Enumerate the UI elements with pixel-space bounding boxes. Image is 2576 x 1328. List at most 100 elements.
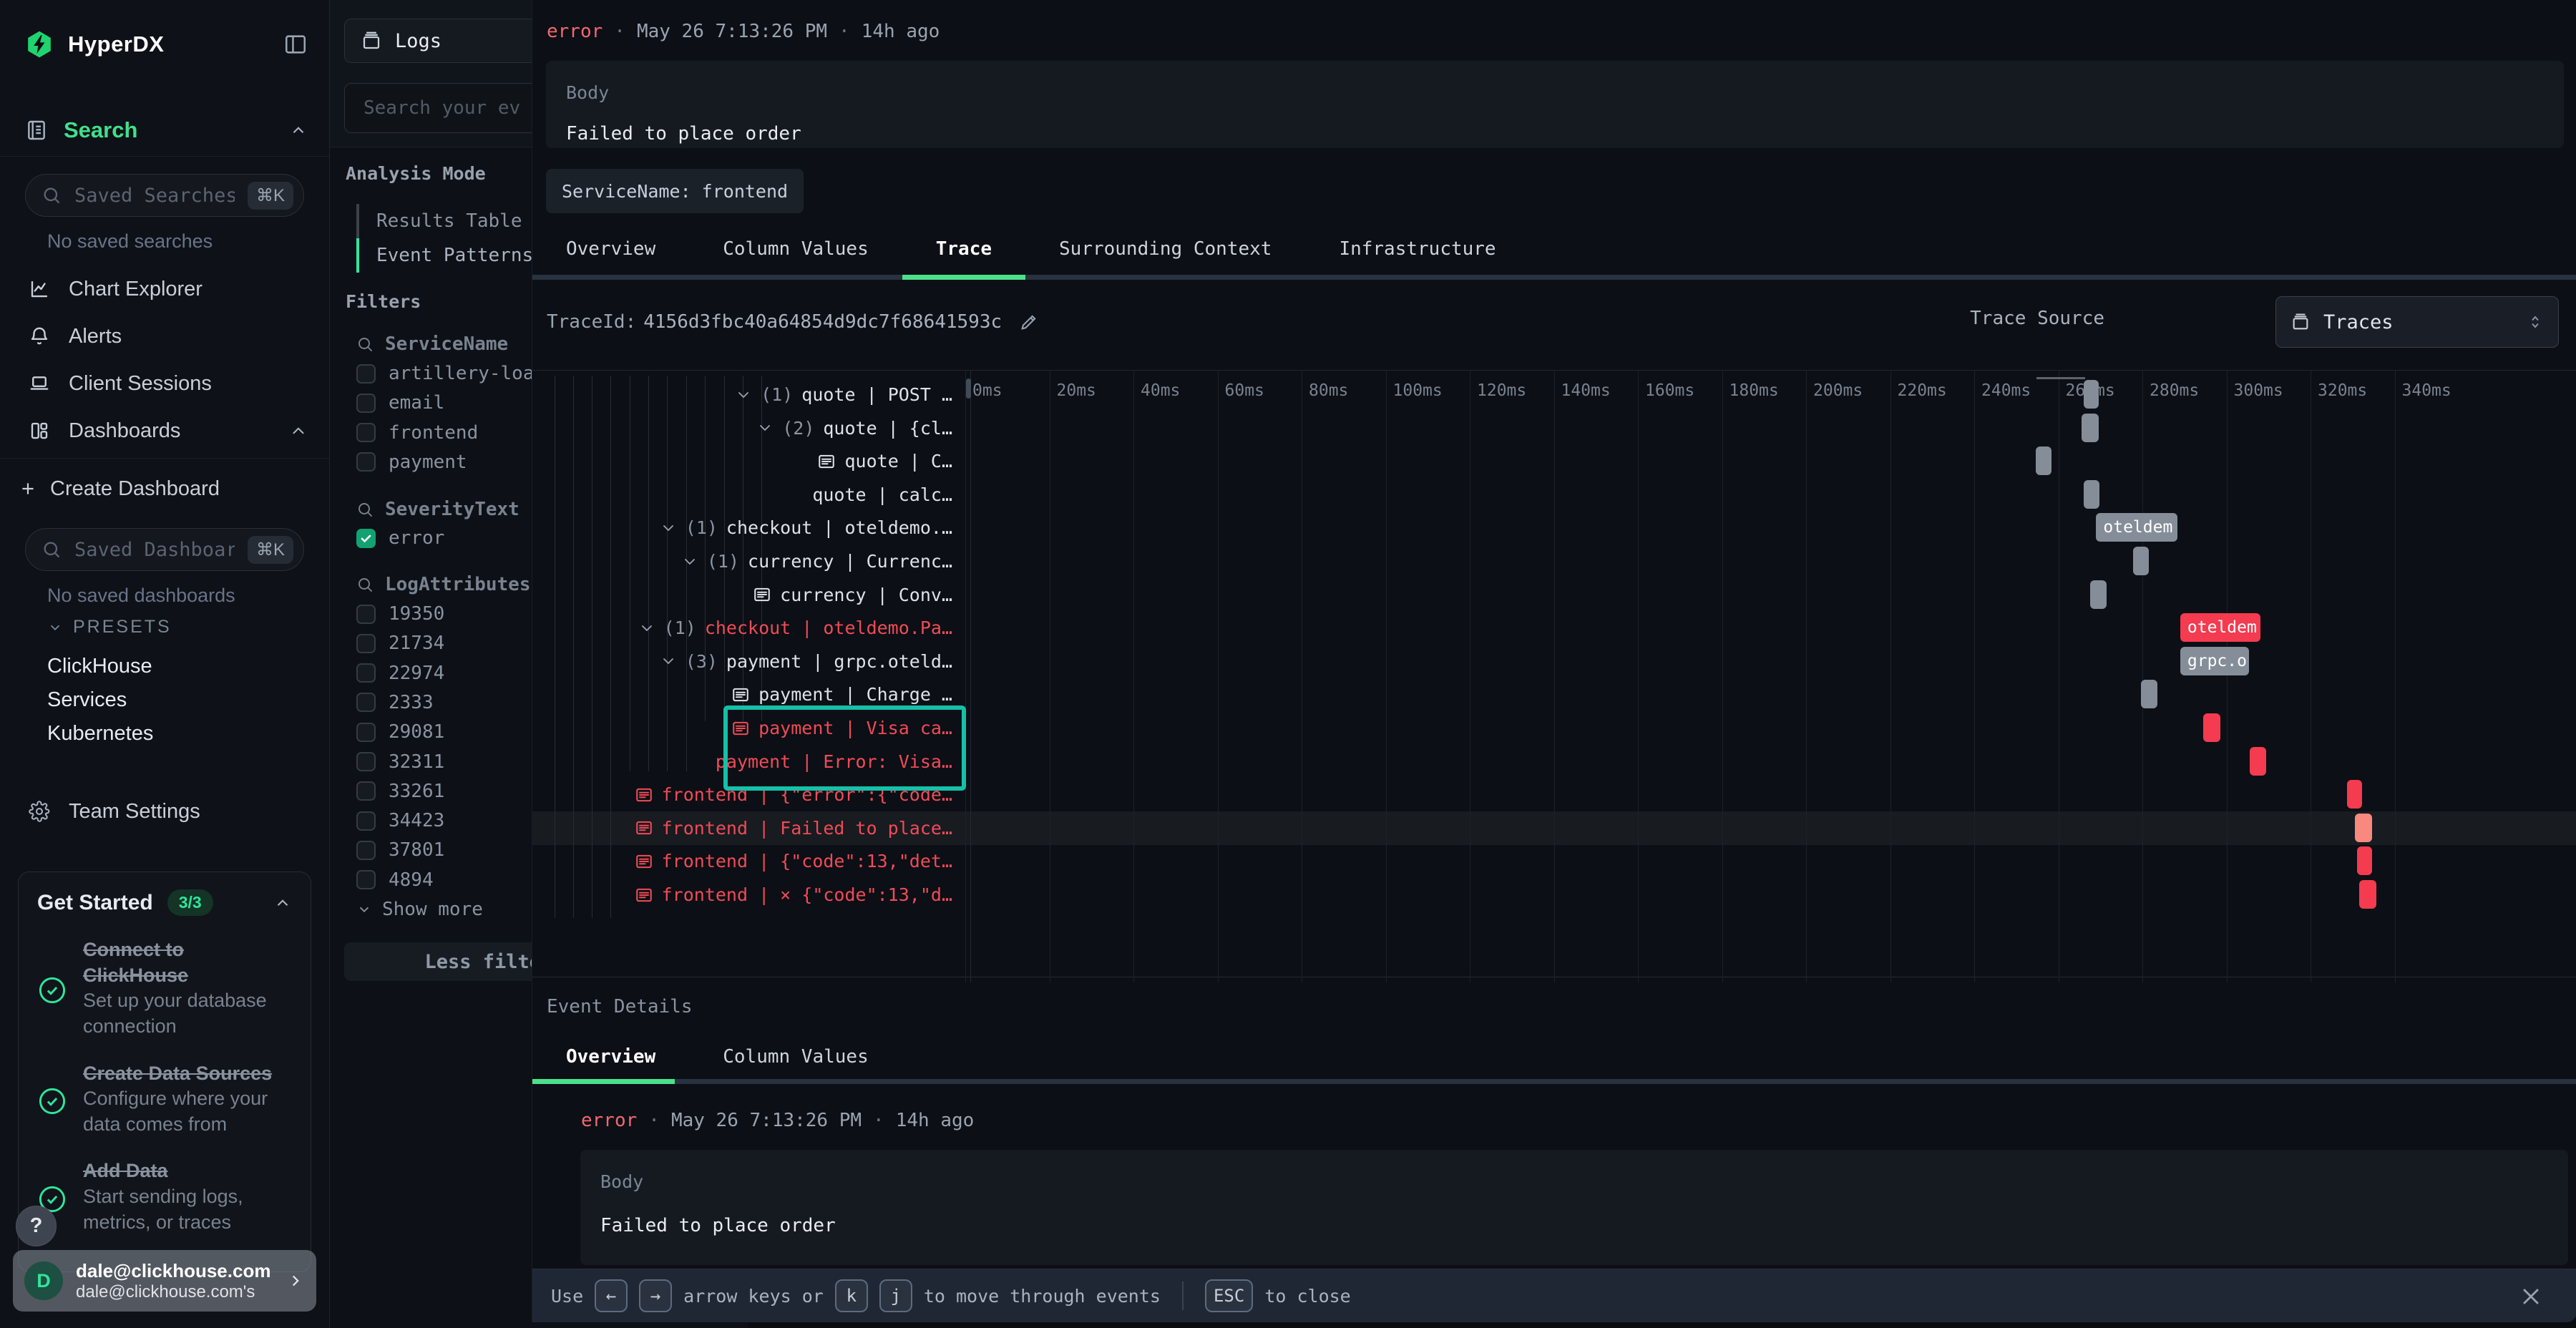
preset-item-services[interactable]: Services bbox=[0, 683, 329, 717]
user-menu[interactable]: D dale@clickhouse.com dale@clickhouse.co… bbox=[13, 1250, 316, 1312]
checkbox[interactable] bbox=[356, 723, 376, 742]
checkbox[interactable] bbox=[356, 605, 376, 624]
checkbox[interactable] bbox=[356, 752, 376, 771]
span-duration-bar[interactable] bbox=[2141, 680, 2157, 708]
filter-option-33261[interactable]: 33261 bbox=[356, 776, 444, 807]
filter-option-19350[interactable]: 19350 bbox=[356, 598, 444, 630]
span-duration-bar[interactable] bbox=[2036, 446, 2051, 475]
chevron-up-icon[interactable] bbox=[273, 894, 292, 912]
checkbox[interactable] bbox=[356, 870, 376, 889]
presets-toggle[interactable]: PRESETS bbox=[47, 617, 172, 638]
span-tree-row[interactable]: (1)currency | Currenc… bbox=[532, 545, 970, 578]
filter-option-email[interactable]: email bbox=[356, 387, 444, 419]
checkbox[interactable] bbox=[356, 529, 376, 548]
preset-item-kubernetes[interactable]: Kubernetes bbox=[0, 717, 329, 751]
checkbox[interactable] bbox=[356, 394, 376, 413]
checkbox[interactable] bbox=[356, 781, 376, 801]
tab-trace[interactable]: Trace bbox=[902, 238, 1025, 260]
chevron-up-icon[interactable] bbox=[289, 121, 308, 140]
checkbox[interactable] bbox=[356, 452, 376, 472]
analysis-mode-results-table[interactable]: Results Table bbox=[356, 204, 522, 238]
filter-option-37801[interactable]: 37801 bbox=[356, 834, 444, 866]
span-tree-row[interactable]: frontend | Failed to place… bbox=[532, 811, 970, 845]
span-tree-row[interactable]: frontend | {"code":13,"det… bbox=[532, 844, 970, 878]
span-duration-bar[interactable] bbox=[2250, 747, 2265, 776]
checkbox[interactable] bbox=[356, 423, 376, 442]
saved-dashboards-field[interactable] bbox=[73, 538, 236, 562]
checkbox[interactable] bbox=[356, 364, 376, 384]
body-label: Body bbox=[566, 82, 2544, 103]
tab-infrastructure[interactable]: Infrastructure bbox=[1305, 238, 1529, 260]
filter-option-32311[interactable]: 32311 bbox=[356, 746, 444, 778]
saved-searches-input[interactable]: ⌘K bbox=[25, 174, 304, 217]
selected-span-box bbox=[723, 706, 966, 791]
pencil-icon[interactable] bbox=[1019, 312, 1039, 332]
span-duration-bar[interactable] bbox=[2084, 380, 2099, 409]
create-dashboard-button[interactable]: Create Dashboard bbox=[19, 471, 220, 507]
span-tree-row[interactable]: (3)payment | grpc.oteld… bbox=[532, 645, 970, 678]
span-tree-row[interactable]: currency | Conv… bbox=[532, 578, 970, 612]
sidebar-item-client-sessions[interactable]: Client Sessions bbox=[0, 360, 329, 407]
get-started-item[interactable]: Connect to ClickHouse Set up your databa… bbox=[37, 937, 292, 1040]
sidebar-item-alerts[interactable]: Alerts bbox=[0, 313, 329, 360]
get-started-item[interactable]: Add Data Start sending logs, metrics, or… bbox=[37, 1158, 292, 1235]
checkbox[interactable] bbox=[356, 693, 376, 712]
span-duration-bar[interactable] bbox=[2359, 880, 2376, 909]
search-section-header[interactable]: Search bbox=[25, 113, 308, 147]
tab-overview[interactable]: Overview bbox=[532, 238, 689, 260]
span-duration-bar[interactable] bbox=[2203, 713, 2220, 742]
saved-dashboards-input[interactable]: ⌘K bbox=[25, 528, 304, 571]
tab-surrounding-context[interactable]: Surrounding Context bbox=[1025, 238, 1305, 260]
filter-option-21734[interactable]: 21734 bbox=[356, 628, 444, 659]
span-duration-bar[interactable] bbox=[2084, 480, 2099, 509]
sidebar-item-dashboards[interactable]: Dashboards bbox=[0, 407, 329, 454]
filter-option-22974[interactable]: 22974 bbox=[356, 658, 444, 689]
team-settings-button[interactable]: Team Settings bbox=[0, 788, 329, 835]
span-tree-row[interactable]: frontend | × {"code":13,"d… bbox=[532, 878, 970, 912]
span-tree-row[interactable]: (1)checkout | oteldemo.Pa… bbox=[532, 611, 970, 645]
span-duration-bar[interactable]: oteldem bbox=[2096, 513, 2177, 542]
span-duration-bar[interactable]: grpc.o bbox=[2180, 647, 2249, 675]
checkbox[interactable] bbox=[356, 841, 376, 860]
service-name-chip[interactable]: ServiceName: frontend bbox=[546, 169, 804, 213]
preset-item-clickhouse[interactable]: ClickHouse bbox=[0, 650, 329, 683]
analysis-mode-event-patterns[interactable]: Event Patterns bbox=[356, 238, 533, 273]
collapse-sidebar-icon[interactable] bbox=[283, 32, 308, 57]
span-tree-row[interactable]: (1)quote | POST … bbox=[532, 378, 970, 411]
span-tree-row[interactable]: quote | C… bbox=[532, 444, 970, 478]
chevron-down-icon bbox=[756, 419, 774, 436]
tab-overview[interactable]: Overview bbox=[532, 1046, 689, 1068]
show-more-button[interactable]: Show more bbox=[356, 894, 483, 925]
filter-option-artillery-loa[interactable]: artillery-loa bbox=[356, 358, 535, 389]
span-duration-bar[interactable] bbox=[2357, 846, 2372, 875]
filter-option-34423[interactable]: 34423 bbox=[356, 805, 444, 836]
span-duration-bar[interactable] bbox=[2082, 414, 2099, 442]
filter-option-frontend[interactable]: frontend bbox=[356, 417, 478, 449]
filter-option-4894[interactable]: 4894 bbox=[356, 864, 434, 896]
checkbox[interactable] bbox=[356, 634, 376, 653]
checkbox[interactable] bbox=[356, 663, 376, 683]
span-duration-bar[interactable] bbox=[2347, 780, 2362, 809]
filter-option-error[interactable]: error bbox=[356, 522, 444, 554]
span-tree-row[interactable]: quote | calc… bbox=[532, 478, 970, 512]
checkbox[interactable] bbox=[356, 811, 376, 831]
tab-column-values[interactable]: Column Values bbox=[689, 238, 902, 260]
log-event-icon bbox=[635, 819, 653, 837]
trace-source-select[interactable]: Traces bbox=[2275, 296, 2559, 348]
span-duration-bar[interactable] bbox=[2090, 580, 2107, 609]
span-tree-row[interactable]: (2)quote | {cl… bbox=[532, 411, 970, 445]
sidebar-item-chart-explorer[interactable]: Chart Explorer bbox=[0, 265, 329, 313]
span-duration-bar[interactable] bbox=[2133, 547, 2149, 575]
span-tree-row[interactable]: (1)checkout | oteldemo.… bbox=[532, 511, 970, 545]
span-duration-bar[interactable] bbox=[2355, 814, 2372, 842]
span-duration-bar[interactable]: oteldem bbox=[2180, 613, 2260, 642]
close-icon[interactable] bbox=[2514, 1279, 2548, 1314]
filter-option-29081[interactable]: 29081 bbox=[356, 716, 444, 748]
saved-searches-field[interactable] bbox=[73, 184, 236, 208]
help-button[interactable]: ? bbox=[16, 1206, 57, 1246]
log-event-icon bbox=[817, 452, 836, 471]
filter-option-2333[interactable]: 2333 bbox=[356, 687, 434, 718]
get-started-item[interactable]: Create Data Sources Configure where your… bbox=[37, 1061, 292, 1138]
tab-column-values[interactable]: Column Values bbox=[689, 1046, 902, 1068]
filter-option-payment[interactable]: payment bbox=[356, 446, 467, 478]
